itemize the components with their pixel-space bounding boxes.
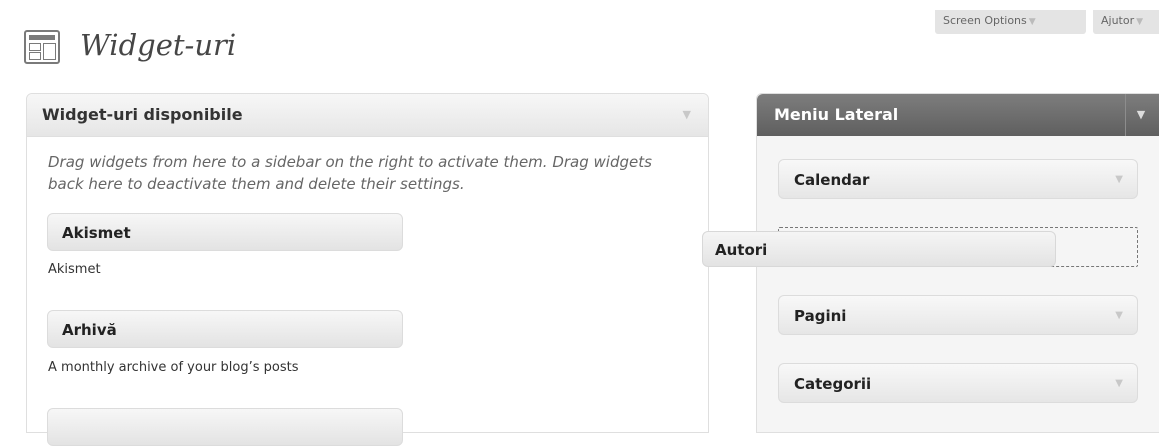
triangle-down-icon[interactable]: ▼ (1125, 94, 1156, 136)
help-button[interactable]: Ajutor ▼ (1093, 10, 1159, 34)
available-widgets-title: Widget-uri disponibile (42, 105, 243, 124)
widget-title: Pagini (794, 307, 847, 325)
widget-title: Autori (715, 241, 768, 259)
sidebar-title: Meniu Lateral (774, 105, 899, 124)
triangle-down-icon[interactable]: ▼ (1115, 364, 1123, 404)
sidebar-widget-categorii[interactable]: Categorii ▼ (778, 363, 1138, 403)
available-widgets-description: Drag widgets from here to a sidebar on t… (48, 153, 652, 193)
page-title: Widget-uri (80, 28, 237, 62)
screen-options-button[interactable]: Screen Options ▼ (935, 10, 1086, 34)
triangle-down-icon[interactable]: ▼ (1115, 296, 1123, 336)
available-widgets-header[interactable]: Widget-uri disponibile ▼ (27, 94, 708, 137)
widget-title: Arhivă (62, 321, 117, 339)
sidebar-header[interactable]: Meniu Lateral ▼ (757, 94, 1159, 136)
widget-akismet[interactable]: Akismet (47, 213, 403, 251)
triangle-down-icon[interactable]: ▼ (1115, 160, 1123, 200)
widget-next[interactable] (47, 408, 403, 446)
triangle-down-icon: ▼ (1028, 17, 1036, 27)
triangle-down-icon[interactable]: ▼ (683, 94, 691, 136)
widget-description: Akismet (48, 262, 101, 277)
triangle-down-icon: ▼ (1136, 17, 1144, 27)
sidebar-widget-calendar[interactable]: Calendar ▼ (778, 159, 1138, 199)
help-label: Ajutor (1101, 14, 1135, 27)
available-widgets-panel: Widget-uri disponibile ▼ Drag widgets fr… (26, 93, 709, 433)
widget-title: Akismet (62, 224, 131, 242)
dragging-widget-autori[interactable]: Autori (702, 231, 1056, 267)
widgets-page-icon (24, 30, 60, 64)
widget-title: Categorii (794, 375, 872, 393)
widget-description: A monthly archive of your blog’s posts (48, 360, 299, 375)
widget-arhiva[interactable]: Arhivă (47, 310, 403, 348)
sidebar-widget-pagini[interactable]: Pagini ▼ (778, 295, 1138, 335)
screen-options-label: Screen Options (943, 14, 1027, 27)
widget-title: Calendar (794, 171, 870, 189)
